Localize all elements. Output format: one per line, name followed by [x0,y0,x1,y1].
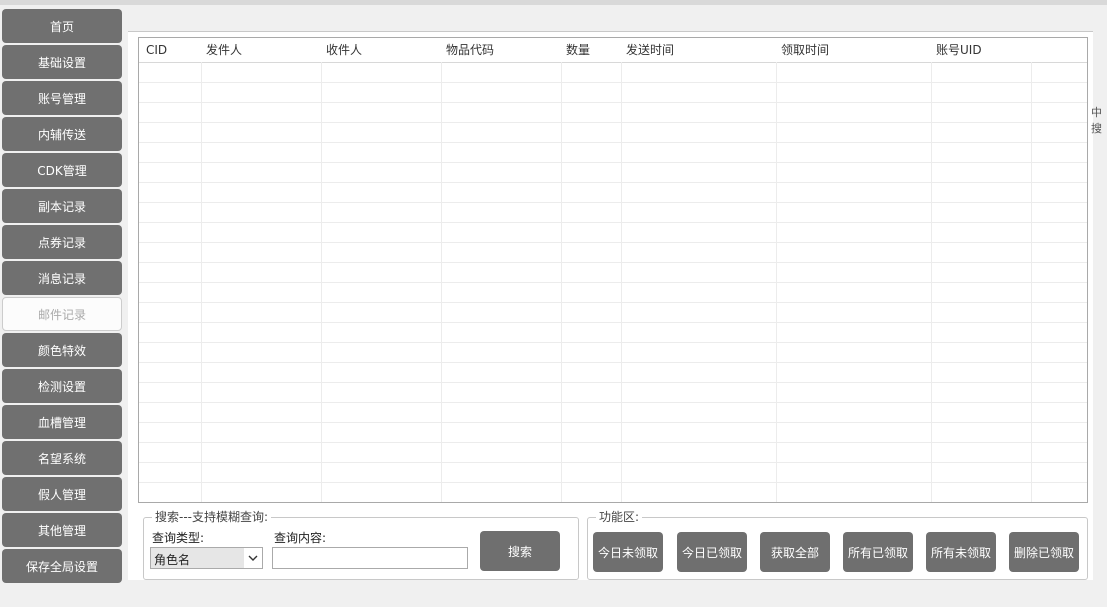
table-row [139,263,1087,283]
search-button[interactable]: 搜索 [480,531,560,571]
table-row [139,443,1087,463]
table-row [139,223,1087,243]
sidebar-item-home[interactable]: 首页 [2,9,122,43]
table-row [139,423,1087,443]
sidebar-item-bot-management[interactable]: 假人管理 [2,477,122,511]
table-row [139,483,1087,502]
table-row [139,383,1087,403]
function-group-legend: 功能区: [596,510,643,524]
all-unclaimed-button[interactable]: 所有未领取 [926,532,996,572]
table-row [139,143,1087,163]
search-group-legend: 搜索---支持模糊查询: [152,510,272,524]
column-header-send-time[interactable]: 发送时间 [619,38,774,62]
get-all-button[interactable]: 获取全部 [760,532,830,572]
sidebar-item-mail-records[interactable]: 邮件记录 [2,297,122,331]
chevron-down-icon[interactable] [244,548,262,568]
table-row [139,363,1087,383]
table-row [139,163,1087,183]
sidebar-item-teleport[interactable]: 内辅传送 [2,117,122,151]
query-type-select[interactable]: 角色名 [150,547,263,569]
clipped-edge-text: 中搜 [1091,106,1102,135]
column-divider [201,62,202,502]
table-row [139,323,1087,343]
column-header-cid[interactable]: CID [139,38,201,62]
table-row [139,63,1087,83]
table-row [139,343,1087,363]
column-divider [561,62,562,502]
sidebar-item-account-management[interactable]: 账号管理 [2,81,122,115]
column-header-quantity[interactable]: 数量 [559,38,619,62]
all-claimed-button[interactable]: 所有已领取 [843,532,913,572]
table-header: CID 发件人 收件人 物品代码 数量 发送时间 领取时间 账号UID [139,38,1087,63]
query-type-label: 查询类型: [152,531,205,545]
query-content-input[interactable] [272,547,468,569]
table-row [139,403,1087,423]
column-divider [1031,62,1032,502]
sidebar-item-point-records[interactable]: 点券记录 [2,225,122,259]
sidebar-item-color-effects[interactable]: 颜色特效 [2,333,122,367]
sidebar-item-message-records[interactable]: 消息记录 [2,261,122,295]
mail-records-table[interactable]: CID 发件人 收件人 物品代码 数量 发送时间 领取时间 账号UID [138,37,1088,503]
sidebar-item-basic-settings[interactable]: 基础设置 [2,45,122,79]
save-global-settings-button[interactable]: 保存全局设置 [2,549,122,583]
column-header-sender[interactable]: 发件人 [199,38,319,62]
query-content-label: 查询内容: [274,531,327,545]
sidebar-item-cdk-management[interactable]: CDK管理 [2,153,122,187]
window-top-bar [0,0,1107,5]
column-header-recipient[interactable]: 收件人 [319,38,439,62]
sidebar-item-hp-bar-management[interactable]: 血槽管理 [2,405,122,439]
today-claimed-button[interactable]: 今日已领取 [677,532,747,572]
table-row [139,203,1087,223]
table-row [139,83,1087,103]
table-row [139,303,1087,323]
sidebar-item-reputation-system[interactable]: 名望系统 [2,441,122,475]
column-header-account-uid[interactable]: 账号UID [929,38,1029,62]
column-divider [931,62,932,502]
table-row [139,103,1087,123]
table-row [139,243,1087,263]
column-header-claim-time[interactable]: 领取时间 [774,38,929,62]
sidebar-item-dungeon-records[interactable]: 副本记录 [2,189,122,223]
column-divider [776,62,777,502]
table-row [139,183,1087,203]
table-row [139,123,1087,143]
query-type-value: 角色名 [154,553,191,567]
sidebar-item-detection-settings[interactable]: 检测设置 [2,369,122,403]
delete-claimed-button[interactable]: 删除已领取 [1009,532,1079,572]
sidebar-item-other-management[interactable]: 其他管理 [2,513,122,547]
column-divider [621,62,622,502]
today-unclaimed-button[interactable]: 今日未领取 [593,532,663,572]
table-row [139,463,1087,483]
column-divider [321,62,322,502]
column-header-item-code[interactable]: 物品代码 [439,38,559,62]
column-divider [441,62,442,502]
table-row [139,283,1087,303]
